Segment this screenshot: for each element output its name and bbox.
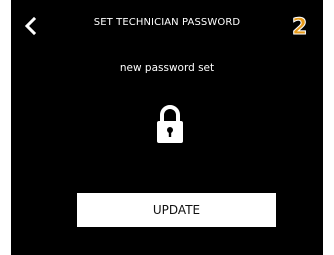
step-number-badge: 2 (291, 15, 308, 40)
chevron-left-icon (24, 16, 37, 36)
page-title: SET TECHNICIAN PASSWORD (93, 17, 241, 28)
lock-icon (155, 104, 185, 144)
device-screen: SET TECHNICIAN PASSWORD 2 new password s… (11, 0, 323, 255)
status-message: new password set (119, 62, 215, 74)
update-button[interactable]: UPDATE (77, 193, 276, 227)
back-button[interactable] (23, 16, 39, 36)
